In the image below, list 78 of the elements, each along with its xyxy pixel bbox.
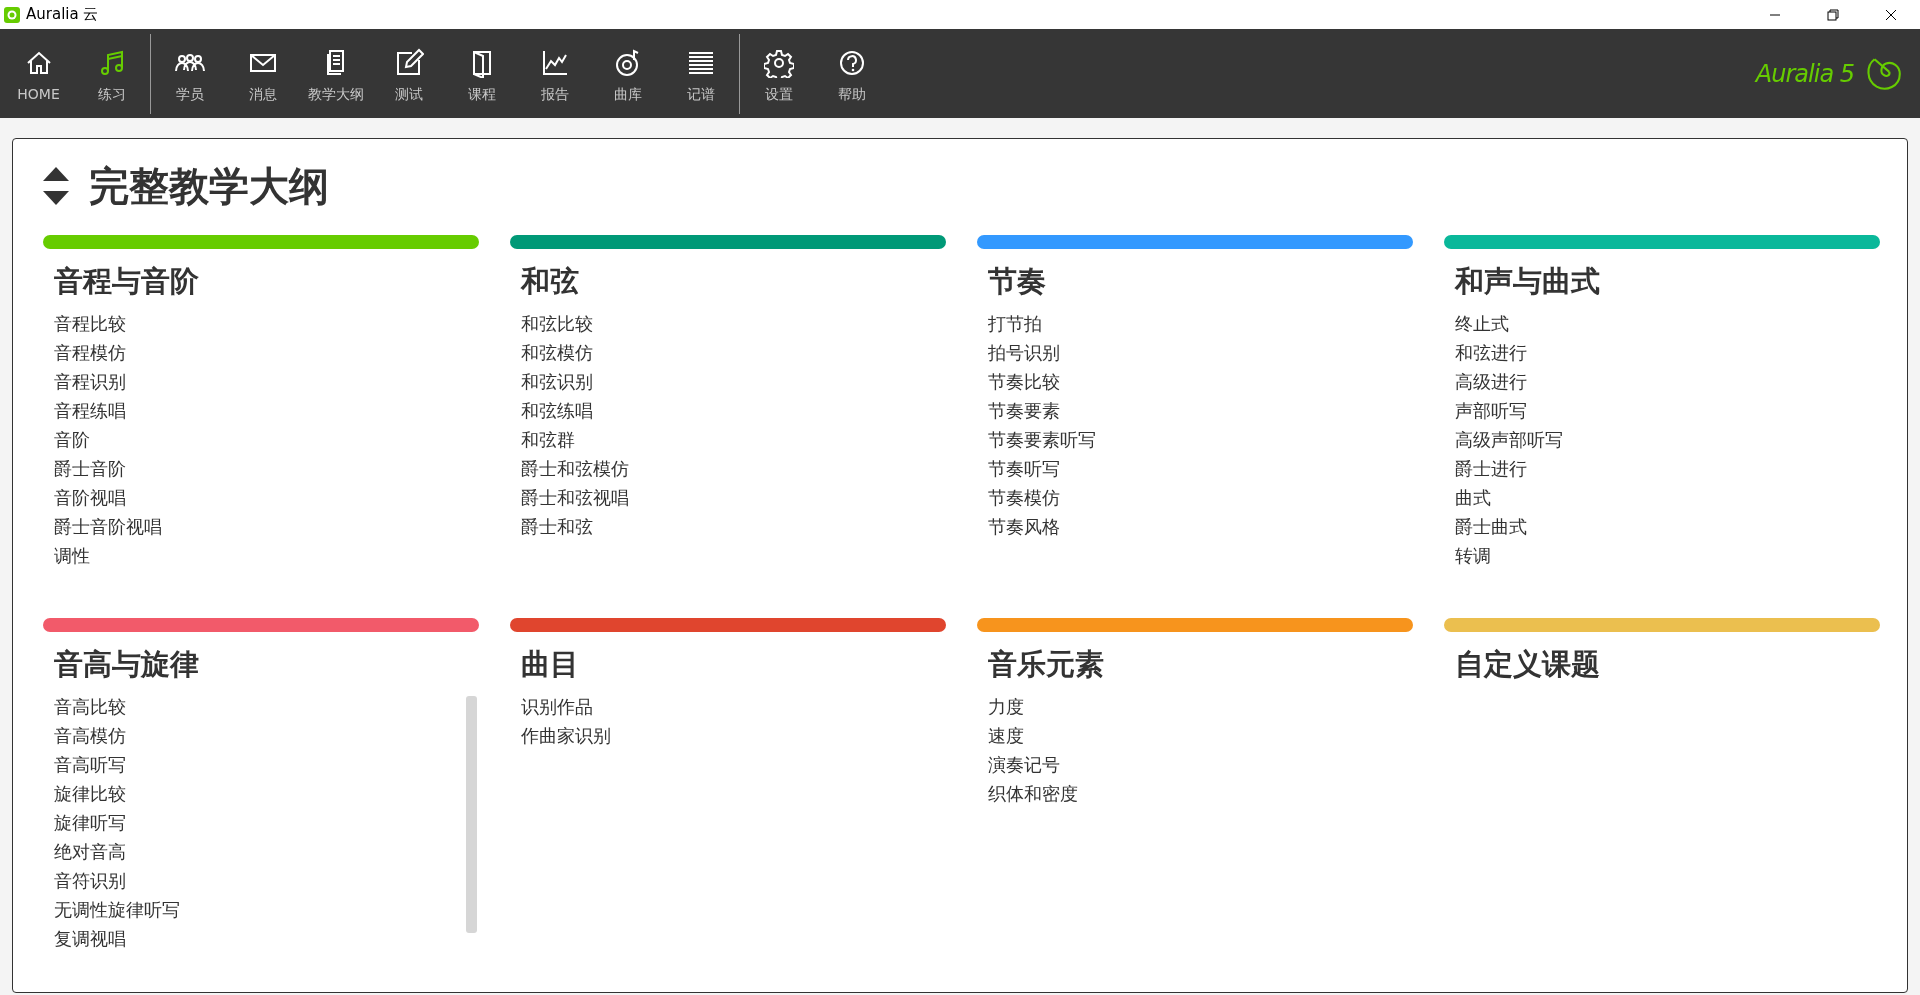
syllabus-item[interactable]: 节奏风格 (988, 512, 1060, 541)
section-title: 音程与音阶 (54, 263, 200, 300)
syllabus-item[interactable]: 音高听写 (54, 750, 126, 779)
syllabus-item[interactable]: 爵士进行 (1455, 454, 1527, 483)
syllabus-item[interactable]: 终止式 (1455, 309, 1509, 338)
syllabus-item[interactable]: 高级声部听写 (1455, 425, 1563, 454)
syllabus-item[interactable]: 节奏比较 (988, 367, 1060, 396)
syllabus-item[interactable]: 识别作品 (521, 692, 593, 721)
page-title: 完整教学大纲 (89, 162, 329, 211)
syllabus-item[interactable]: 和弦练唱 (521, 396, 593, 425)
syllabus-item[interactable]: 力度 (988, 692, 1024, 721)
syllabus-item[interactable]: 拍号识别 (988, 338, 1060, 367)
syllabus-item[interactable]: 音高比较 (54, 692, 126, 721)
syllabus-item[interactable]: 爵士音阶视唱 (54, 512, 162, 541)
syllabus-item[interactable]: 音阶 (54, 425, 90, 454)
toolbar-button[interactable]: 消息 (226, 33, 299, 114)
syllabus-item[interactable]: 音程模仿 (54, 338, 126, 367)
settings-icon (763, 47, 794, 78)
toolbar-button[interactable]: 报告 (518, 33, 591, 114)
section-title: 曲目 (521, 646, 580, 683)
syllabus-item[interactable]: 和弦模仿 (521, 338, 593, 367)
section-title: 音高与旋律 (54, 646, 200, 683)
scrollbar-thumb[interactable] (466, 696, 477, 933)
toolbar-button[interactable]: 教学大纲 (299, 33, 372, 114)
syllabus-item[interactable]: 声部听写 (1455, 396, 1527, 425)
syllabus-item[interactable]: 节奏模仿 (988, 483, 1060, 512)
toolbar-button[interactable]: 记谱 (664, 33, 737, 114)
toolbar-button[interactable]: 曲库 (591, 33, 664, 114)
toolbar-button[interactable]: HOME (2, 33, 75, 114)
syllabus-item[interactable]: 和弦进行 (1455, 338, 1527, 367)
syllabus-item[interactable]: 作曲家识别 (521, 721, 611, 750)
syllabus-item[interactable]: 音符识别 (54, 866, 126, 895)
section-title: 和弦 (521, 263, 580, 300)
section-title: 和声与曲式 (1455, 263, 1601, 300)
section-title: 自定义课题 (1455, 646, 1601, 683)
window-title: Auralia 云 (26, 4, 99, 26)
syllabus-item[interactable]: 曲式 (1455, 483, 1491, 512)
syllabus-item[interactable]: 爵士和弦视唱 (521, 483, 629, 512)
syllabus-item[interactable]: 绝对音高 (54, 837, 126, 866)
toolbar-button[interactable]: 帮助 (815, 33, 888, 114)
syllabus-item[interactable]: 和弦群 (521, 425, 575, 454)
toolbar-button[interactable]: 学员 (153, 33, 226, 114)
syllabus-item[interactable]: 音程比较 (54, 309, 126, 338)
syllabus-item[interactable]: 无调性旋律听写 (54, 895, 180, 924)
syllabus-item[interactable]: 节奏听写 (988, 454, 1060, 483)
toolbar-button[interactable]: 课程 (445, 33, 518, 114)
syllabus-item[interactable]: 调性 (54, 541, 90, 570)
syllabus-item[interactable]: 速度 (988, 721, 1024, 750)
restore-icon (1827, 8, 1839, 21)
syllabus-item[interactable]: 旋律比较 (54, 779, 126, 808)
syllabus-item[interactable]: 音阶视唱 (54, 483, 126, 512)
toolbar-button[interactable]: 测试 (372, 33, 445, 114)
syllabus-item[interactable]: 节奏要素 (988, 396, 1060, 425)
app-icon (4, 6, 20, 23)
syllabus-item[interactable]: 爵士音阶 (54, 454, 126, 483)
syllabus-item[interactable]: 爵士曲式 (1455, 512, 1527, 541)
syllabus-item[interactable]: 音程练唱 (54, 396, 126, 425)
toolbar-button[interactable]: 练习 (75, 33, 148, 114)
syllabus-item[interactable]: 旋律听写 (54, 808, 126, 837)
sort-icon (43, 167, 69, 205)
syllabus-item[interactable]: 音程识别 (54, 367, 126, 396)
syllabus-item[interactable]: 转调 (1455, 541, 1491, 570)
syllabus-item[interactable]: 音高模仿 (54, 721, 126, 750)
syllabus-item[interactable]: 和弦比较 (521, 309, 593, 338)
logo-text: Auralia 5 (1755, 58, 1854, 90)
syllabus-item[interactable]: 打节拍 (988, 309, 1042, 338)
section-title: 音乐元素 (988, 646, 1105, 683)
section-title: 节奏 (988, 263, 1047, 300)
syllabus-item[interactable]: 节奏要素听写 (988, 425, 1096, 454)
syllabus-item[interactable]: 和弦识别 (521, 367, 593, 396)
syllabus-item[interactable]: 演奏记号 (988, 750, 1060, 779)
syllabus-item[interactable]: 高级进行 (1455, 367, 1527, 396)
toolbar-button[interactable]: 设置 (742, 33, 815, 114)
syllabus-item[interactable]: 爵士和弦模仿 (521, 454, 629, 483)
syllabus-item[interactable]: 织体和密度 (988, 779, 1078, 808)
syllabus-item[interactable]: 复调视唱 (54, 924, 126, 953)
close-icon (1885, 8, 1897, 21)
syllabus-item[interactable]: 爵士和弦 (521, 512, 593, 541)
